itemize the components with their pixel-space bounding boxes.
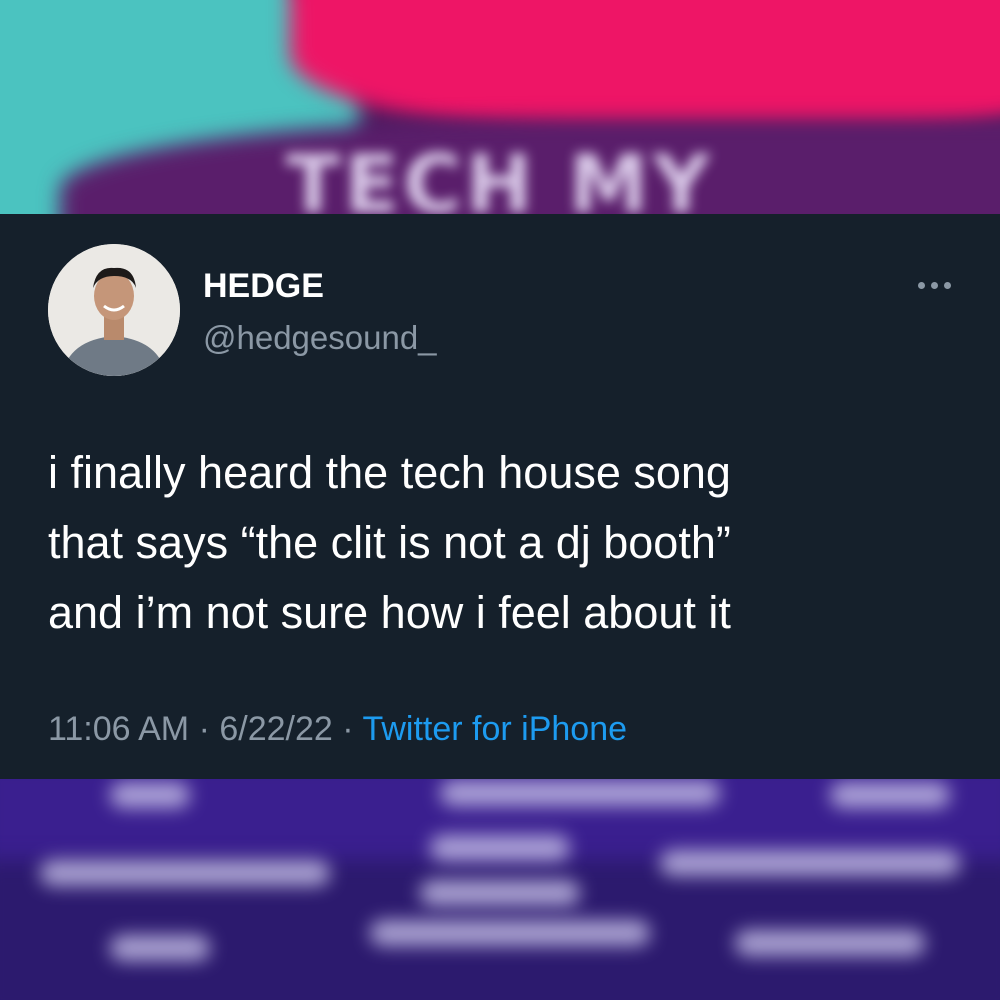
tweet-text: i finally heard the tech house song that… — [48, 438, 968, 648]
lineup-blur — [440, 780, 720, 806]
lineup-blur — [370, 920, 650, 946]
lineup-blur — [110, 782, 190, 808]
lineup-blur — [420, 880, 580, 906]
tweet-text-line: that says “the clit is not a dj booth” — [48, 517, 731, 568]
tweet-date[interactable]: 6/22/22 — [219, 710, 332, 748]
lineup-blur — [110, 935, 210, 961]
user-handle[interactable]: @hedgesound_ — [203, 318, 437, 358]
tweet-source-link[interactable]: Twitter for iPhone — [362, 710, 627, 748]
more-options-icon[interactable] — [908, 270, 960, 300]
meta-separator: · — [198, 710, 210, 748]
more-dot — [917, 281, 925, 289]
meta-separator: · — [342, 710, 354, 748]
display-name[interactable]: HEDGE — [203, 266, 324, 306]
more-dot — [943, 281, 951, 289]
lineup-blur — [660, 850, 960, 876]
lineup-blur — [735, 930, 925, 956]
avatar-photo — [48, 244, 180, 376]
lineup-blur — [830, 782, 950, 808]
tweet-time[interactable]: 11:06 AM — [48, 710, 189, 748]
tweet-text-line: i finally heard the tech house song — [48, 447, 731, 498]
poster-pink-shape — [290, 0, 1000, 130]
more-dot — [930, 281, 938, 289]
tweet-text-line: and i’m not sure how i feel about it — [48, 587, 731, 638]
tweet-meta: 11:06 AM · 6/22/22 · Twitter for iPhone — [48, 707, 627, 751]
lineup-blur — [430, 835, 570, 861]
avatar[interactable] — [48, 244, 180, 376]
lineup-blur — [40, 860, 330, 886]
